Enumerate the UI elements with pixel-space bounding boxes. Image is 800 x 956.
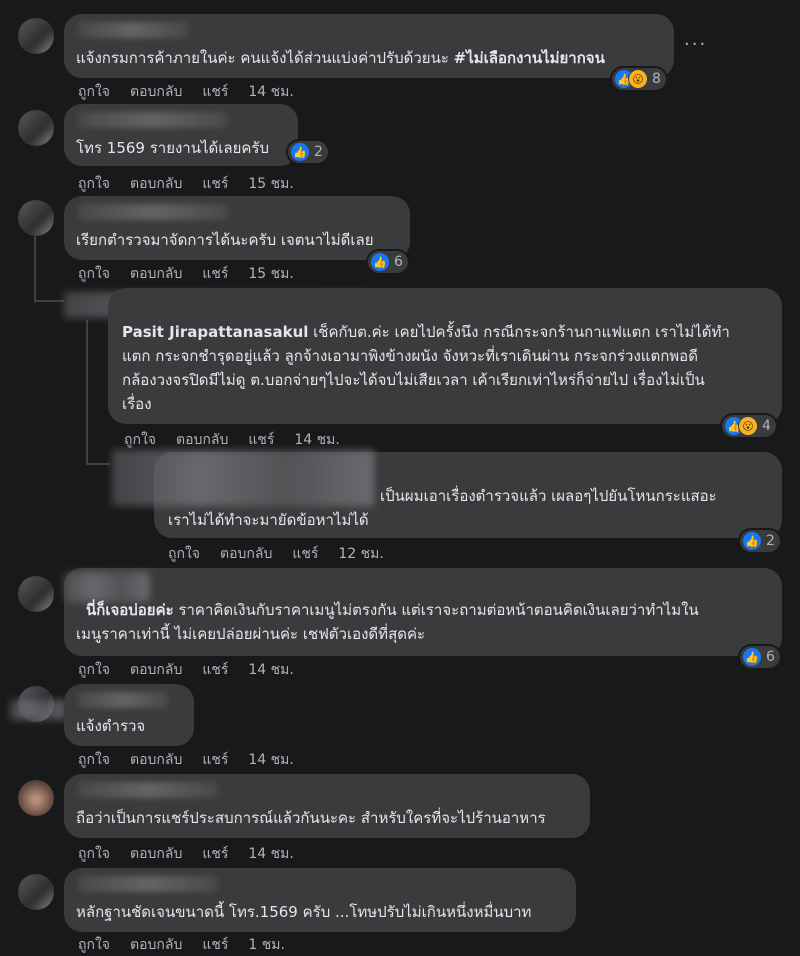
reply-button[interactable]: ตอบกลับ <box>130 659 182 681</box>
reaction-count: 2 <box>314 144 323 160</box>
like-reaction-icon: 👍 <box>742 531 762 551</box>
thread-connector <box>34 300 64 304</box>
reply-button[interactable]: ตอบกลับ <box>176 429 228 451</box>
avatar[interactable] <box>18 780 54 816</box>
thread-line <box>86 320 88 465</box>
avatar[interactable] <box>18 110 54 146</box>
like-button[interactable]: ถูกใจ <box>78 263 110 285</box>
reaction-count: 6 <box>766 649 775 665</box>
timestamp[interactable]: 15 ชม. <box>248 173 293 195</box>
comment-bubble: แจ้งตำรวจ <box>64 684 194 746</box>
avatar[interactable] <box>18 874 54 910</box>
timestamp[interactable]: 14 ชม. <box>248 81 293 103</box>
like-button[interactable]: ถูกใจ <box>78 749 110 771</box>
reaction-summary[interactable]: 👍 😮 4 <box>722 415 776 437</box>
reply-button[interactable]: ตอบกลับ <box>130 81 182 103</box>
share-button[interactable]: แชร์ <box>202 173 228 195</box>
reply-bubble: Pasit Jirapattanasakul เช็คกับต.ค่ะ เคยไ… <box>108 288 782 424</box>
comment-text: เมนูราคาเท่านี้ ไม่เคยปล่อยผ่านค่ะ เชฟตั… <box>76 625 426 643</box>
like-button[interactable]: ถูกใจ <box>78 934 110 956</box>
reply-button[interactable]: ตอบกลับ <box>220 543 272 565</box>
avatar[interactable] <box>18 200 54 236</box>
reaction-count: 4 <box>762 418 771 434</box>
commenter-name-redacted <box>78 876 218 892</box>
timestamp[interactable]: 14 ชม. <box>248 659 293 681</box>
wow-reaction-icon: 😮 <box>738 416 758 436</box>
share-button[interactable]: แชร์ <box>292 543 318 565</box>
commenter-name-redacted <box>78 204 228 220</box>
commenter-name-redacted <box>112 450 374 506</box>
comment-text: เรื่อง <box>122 395 152 413</box>
comment-bubble: โทร 1569 รายงานได้เลยครับ <box>64 104 298 166</box>
avatar-redacted <box>10 700 66 720</box>
comment-bubble: เรียกตำรวจมาจัดการได้นะครับ เจตนาไม่ดีเล… <box>64 196 410 260</box>
comment-text: เรียกตำรวจมาจัดการได้นะครับ เจตนาไม่ดีเล… <box>76 231 374 249</box>
reaction-summary[interactable]: 👍 2 <box>288 141 328 163</box>
reaction-summary[interactable]: 👍 6 <box>740 646 780 668</box>
timestamp[interactable]: 14 ชม. <box>248 843 293 865</box>
share-button[interactable]: แชร์ <box>202 263 228 285</box>
wow-reaction-icon: 😮 <box>628 69 648 89</box>
commenter-name-redacted <box>78 22 188 38</box>
like-button[interactable]: ถูกใจ <box>78 659 110 681</box>
commenter-name-redacted <box>78 112 228 128</box>
timestamp[interactable]: 12 ชม. <box>338 543 383 565</box>
timestamp[interactable]: 15 ชม. <box>248 263 293 285</box>
reaction-count: 2 <box>766 533 775 549</box>
reaction-summary[interactable]: 👍 😮 8 <box>612 68 666 90</box>
timestamp[interactable]: 14 ชม. <box>248 749 293 771</box>
share-button[interactable]: แชร์ <box>202 749 228 771</box>
comment-text: เช็คกับต.ค่ะ เคยไปครั้งนึง กรณีกระจกร้าน… <box>313 323 730 341</box>
like-button[interactable]: ถูกใจ <box>78 173 110 195</box>
reaction-count: 8 <box>652 71 661 87</box>
hashtag-link[interactable]: #ไม่เลือกงานไม่ยากจน <box>454 49 605 67</box>
reply-button[interactable]: ตอบกลับ <box>130 843 182 865</box>
comment-text: ถือว่าเป็นการแชร์ประสบการณ์แล้วกันนะคะ ส… <box>76 809 546 827</box>
reply-button[interactable]: ตอบกลับ <box>130 263 182 285</box>
comment-text: หลักฐานชัดเจนขนาดนี้ โทร.1569 ครับ ...โท… <box>76 903 532 921</box>
commenter-name-redacted <box>78 692 168 708</box>
comment-bubble: ถือว่าเป็นการแชร์ประสบการณ์แล้วกันนะคะ ส… <box>64 774 590 838</box>
commenter-name-redacted <box>78 782 218 798</box>
share-button[interactable]: แชร์ <box>202 934 228 956</box>
like-button[interactable]: ถูกใจ <box>78 81 110 103</box>
comment-text: แจ้งกรมการค้าภายในค่ะ คนแจ้งได้ส่วนแบ่งค… <box>76 49 449 67</box>
share-button[interactable]: แชร์ <box>202 843 228 865</box>
share-button[interactable]: แชร์ <box>202 81 228 103</box>
commenter-name[interactable]: Pasit Jirapattanasakul <box>122 323 308 341</box>
more-options-icon[interactable]: ··· <box>684 34 707 55</box>
reply-button[interactable]: ตอบกลับ <box>130 934 182 956</box>
like-reaction-icon: 👍 <box>742 647 762 667</box>
comment-text: เราไม่ได้ทำจะมายัดข้อหาไม่ได้ <box>168 511 369 529</box>
like-button[interactable]: ถูกใจ <box>168 543 200 565</box>
avatar[interactable] <box>18 576 54 612</box>
thread-connector <box>86 463 110 467</box>
timestamp[interactable]: 1 ชม. <box>248 934 285 956</box>
comment-text: โทร 1569 รายงานได้เลยครับ <box>76 139 269 157</box>
comment-bubble: หลักฐานชัดเจนขนาดนี้ โทร.1569 ครับ ...โท… <box>64 868 576 932</box>
reaction-summary[interactable]: 👍 6 <box>368 251 408 273</box>
share-button[interactable]: แชร์ <box>202 659 228 681</box>
like-button[interactable]: ถูกใจ <box>124 429 156 451</box>
reply-button[interactable]: ตอบกลับ <box>130 173 182 195</box>
commenter-name[interactable]: นี่ก็เจอบ่อยค่ะ <box>86 601 174 619</box>
avatar[interactable] <box>18 18 54 54</box>
reaction-summary[interactable]: 👍 2 <box>740 530 780 552</box>
timestamp[interactable]: 14 ชม. <box>294 429 339 451</box>
comment-text: เป็นผมเอาเรื่องตำรวจแล้ว เผลอๆไปยันโหนกร… <box>380 487 717 505</box>
like-reaction-icon: 👍 <box>290 142 310 162</box>
share-button[interactable]: แชร์ <box>248 429 274 451</box>
comment-text: ราคาคิดเงินกับราคาเมนูไม่ตรงกัน แต่เราจะ… <box>178 601 699 619</box>
comment-bubble: แจ้งกรมการค้าภายในค่ะ คนแจ้งได้ส่วนแบ่งค… <box>64 14 674 78</box>
comment-text: แจ้งตำรวจ <box>76 717 146 735</box>
reaction-count: 6 <box>394 254 403 270</box>
reply-button[interactable]: ตอบกลับ <box>130 749 182 771</box>
comment-bubble: นี่ก็เจอบ่อยค่ะ ราคาคิดเงินกับราคาเมนูไม… <box>64 568 782 656</box>
like-button[interactable]: ถูกใจ <box>78 843 110 865</box>
comment-text: แตก กระจกชำรุดอยู่แล้ว ลูกจ้างเอามาพิงข้… <box>122 347 698 365</box>
comment-text: กล้องวงจรปิดมีไม่ดู ต.บอกจ่ายๆไปจะได้จบไ… <box>122 371 705 389</box>
like-reaction-icon: 👍 <box>370 252 390 272</box>
thread-line <box>34 232 36 302</box>
